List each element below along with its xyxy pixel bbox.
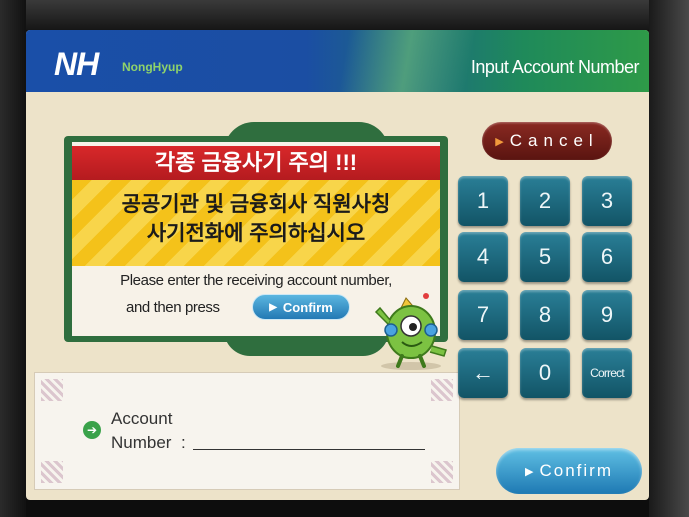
bezel-top	[0, 0, 689, 30]
confirm-button-label: Confirm	[539, 461, 613, 480]
corner-ornament	[431, 379, 453, 401]
fraud-warning-title: 각종 금융사기 주의 !!!	[72, 146, 440, 180]
account-label-line-1: Account	[111, 409, 173, 428]
account-label-colon: :	[181, 433, 186, 452]
fraud-warning-line-2: 사기전화에 주의하십시오	[146, 222, 366, 245]
inline-confirm-badge: ▶ Confirm	[252, 294, 350, 320]
play-arrow-icon: ▶	[525, 465, 534, 478]
corner-ornament	[431, 461, 453, 483]
key-0[interactable]: 0	[520, 348, 570, 398]
instruction-line-1: Please enter the receiving account numbe…	[120, 272, 392, 289]
page-title: Input Account Number	[470, 57, 640, 77]
header-bar: NH NongHyup Input Account Number	[26, 30, 649, 92]
corner-ornament	[41, 379, 63, 401]
account-number-input[interactable]	[193, 449, 425, 450]
instruction-line-2: and then press	[126, 299, 220, 316]
key-7[interactable]: 7	[458, 290, 508, 340]
mascot-character-icon	[374, 293, 447, 370]
play-arrow-icon: ▶	[269, 301, 277, 313]
play-arrow-icon: ▶	[495, 135, 504, 148]
inline-confirm-label: Confirm	[282, 299, 333, 315]
fraud-warning-line-1: 공공기관 및 금융회사 직원사칭	[121, 193, 391, 216]
fraud-warning-body: 공공기관 및 금융회사 직원사칭 사기전화에 주의하십시오	[72, 180, 440, 266]
key-3[interactable]: 3	[582, 176, 632, 226]
confirm-button[interactable]: ▶ Confirm	[496, 448, 642, 494]
key-5[interactable]: 5	[520, 232, 570, 282]
backspace-key[interactable]: ←	[458, 348, 508, 398]
key-1[interactable]: 1	[458, 176, 508, 226]
arrow-right-circle-icon: ➔	[83, 421, 101, 439]
bank-logo: NH	[54, 46, 99, 82]
key-2[interactable]: 2	[520, 176, 570, 226]
bank-logo-subtitle: NongHyup	[122, 60, 183, 74]
corner-ornament	[41, 461, 63, 483]
key-6[interactable]: 6	[582, 232, 632, 282]
header-decoration	[286, 30, 486, 92]
cancel-button[interactable]: ▶ Cancel	[482, 122, 612, 160]
account-number-entry-box[interactable]: ➔ Account Number :	[34, 372, 460, 490]
cancel-button-label: Cancel	[509, 131, 599, 150]
correct-key[interactable]: Correct	[582, 348, 632, 398]
bezel-left	[0, 0, 26, 517]
key-9[interactable]: 9	[582, 290, 632, 340]
bezel-right	[649, 0, 689, 517]
account-label-line-2: Number	[111, 433, 172, 452]
atm-screen: NH NongHyup Input Account Number 각종 금융사기…	[26, 30, 649, 500]
key-8[interactable]: 8	[520, 290, 570, 340]
key-4[interactable]: 4	[458, 232, 508, 282]
